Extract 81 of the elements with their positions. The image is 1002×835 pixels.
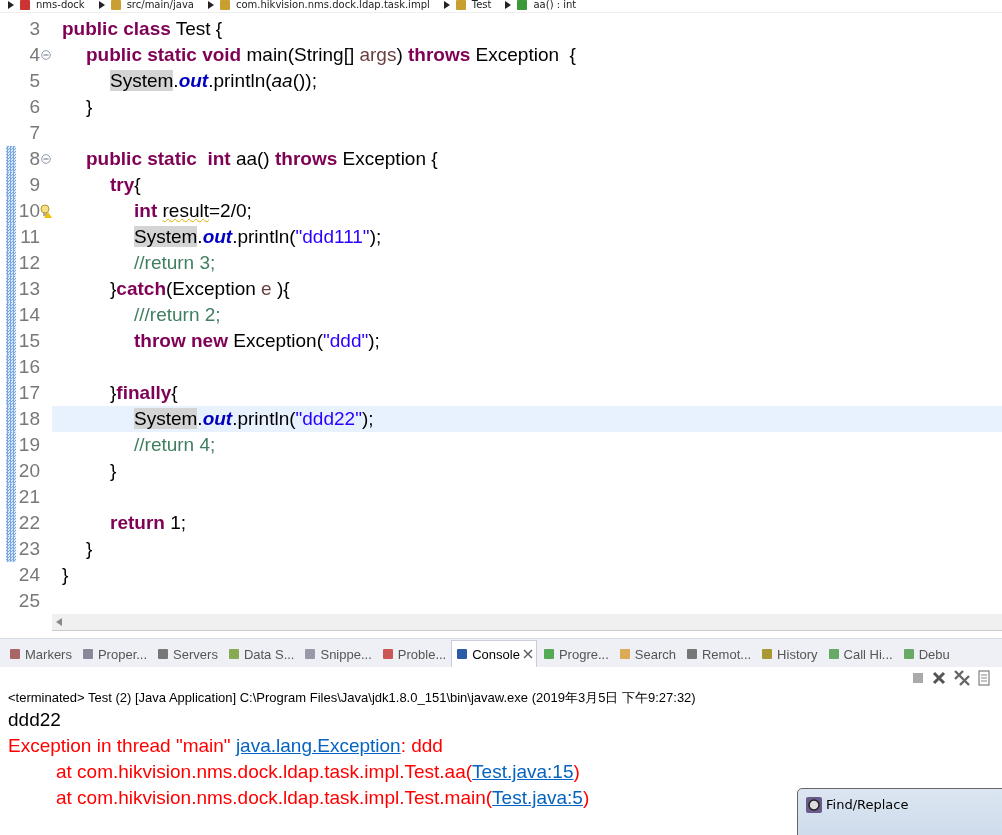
line-number: 9 [28,174,40,196]
line-number: 5 [28,70,40,92]
line-number: 3 [28,18,40,40]
line-number: 8 [28,148,40,170]
console-line: ddd22 [7,708,61,732]
line-number: 16 [17,356,40,378]
console-line: at com.hikvision.nms.dock.ldap.task.impl.Test.main(Test.java:5) [55,786,590,810]
breadcrumb-item[interactable]: aa() : int [533,0,577,10]
code-line: try{ [109,174,141,196]
fold-icon[interactable] [41,154,51,164]
code-line: throw new Exception("ddd"); [133,330,380,352]
view-tab[interactable]: Markers [4,640,76,667]
view-tab[interactable]: Debu [897,640,954,667]
console-line: at com.hikvision.nms.dock.ldap.task.impl.Test.aa(Test.java:15) [55,760,580,784]
line-number: 20 [17,460,40,482]
line-number: 7 [28,122,40,144]
breadcrumb-item[interactable]: src/main/java [126,0,194,10]
view-tab[interactable]: Proble... [376,640,451,667]
code-line: } [109,460,117,482]
code-line: //return 3; [133,252,216,274]
remove-all-icon[interactable] [954,670,970,686]
view-tab[interactable]: History [756,640,822,667]
line-number: 10 [17,200,40,222]
document-icon[interactable] [978,670,992,686]
code-line: //return 4; [133,434,216,456]
view-tab[interactable]: Remot... [681,640,756,667]
view-tab[interactable]: Search [613,640,680,667]
breadcrumb-item[interactable]: Test [471,0,492,10]
fold-icon[interactable] [41,50,51,60]
line-number: 4 [28,44,40,66]
remove-launch-icon[interactable] [932,671,946,685]
view-tab[interactable]: Console [451,640,537,667]
code-line: } [85,538,93,560]
breadcrumb-item[interactable]: com.hikvision.nms.dock.ldap.task.impl [235,0,430,10]
breadcrumb-item[interactable]: nms-dock [36,0,85,10]
code-line: }catch(Exception e ){ [109,278,290,300]
code-line: } [61,564,69,586]
chevron-icon [505,1,512,9]
line-number: 13 [17,278,40,300]
code-line: } [85,96,93,118]
code-line: public static void main(String[] args) throws Exception { [85,44,576,66]
line-number: 14 [17,304,40,326]
view-tab[interactable]: Progre... [537,640,613,667]
line-number: 21 [17,486,40,508]
line-number: 23 [17,538,40,560]
line-number: 24 [17,564,40,586]
code-line: System.out.println("ddd111"); [133,226,382,248]
view-tab[interactable]: Snippe... [299,640,376,667]
stop-icon[interactable] [912,672,924,684]
line-number: 12 [17,252,40,274]
code-line: int result=2/0; [133,200,252,222]
code-line: }finally{ [109,382,178,404]
code-line: ///return 2; [133,304,221,326]
line-number: 19 [17,434,40,456]
dialog-title: Find/Replace [826,797,909,812]
code-line: public class Test { [61,18,223,40]
line-number: 15 [17,330,40,352]
line-number: 11 [19,226,40,248]
console-line: Exception in thread "main" java.lang.Exception: ddd [7,734,443,758]
line-number: 25 [17,590,40,612]
line-number: 18 [17,408,40,430]
chevron-icon [207,1,214,9]
line-number: 6 [28,96,40,118]
view-tab[interactable]: Data S... [222,640,299,667]
code-line: System.out.println(aa()); [109,70,317,92]
code-line: System.out.println("ddd22"); [133,408,374,430]
line-number: 22 [17,512,40,534]
gear-icon [806,797,822,813]
view-tab[interactable]: Call Hi... [822,640,897,667]
chevron-icon [8,1,14,9]
chevron-icon [98,1,105,9]
close-icon[interactable] [522,649,533,659]
code-line: return 1; [109,512,187,534]
code-line: public static int aa() throws Exception { [85,148,438,170]
view-tab[interactable]: Servers [152,640,222,667]
horizontal-scrollbar[interactable] [52,614,1002,631]
scroll-left-icon[interactable] [56,618,62,626]
view-tab[interactable]: Proper... [76,640,152,667]
console-header: <terminated> Test (2) [Java Application] C:\Program Files\Java\jdk1.8.0_151\bin\javaw.exe (2019年3月5日 下午9:27:32) [7,689,696,707]
line-number: 17 [17,382,40,404]
chevron-icon [443,1,450,9]
